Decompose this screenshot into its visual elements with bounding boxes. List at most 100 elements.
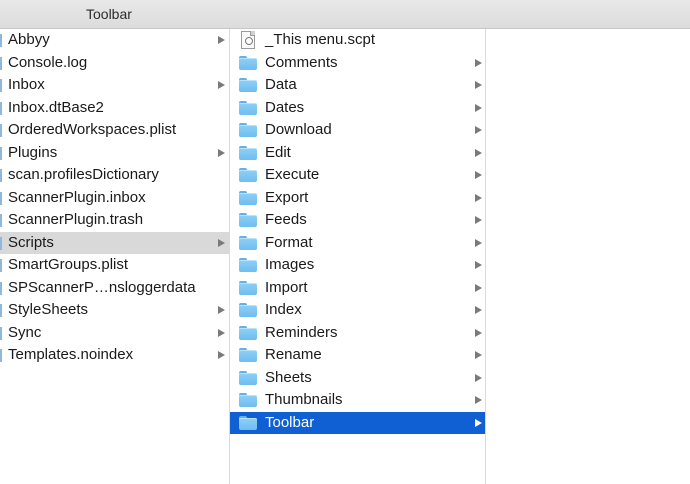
column-edge-mark <box>0 34 2 47</box>
column2-item-this-menu-scpt[interactable]: _This menu.scpt <box>230 29 485 52</box>
item-label: Inbox.dtBase2 <box>8 98 104 116</box>
column1-item-scan-profilesdictionary[interactable]: scan.profilesDictionary <box>0 164 229 187</box>
folder-icon <box>239 393 257 407</box>
column-edge-mark <box>0 304 2 317</box>
disclosure-arrow-icon <box>475 58 482 67</box>
item-label: Import <box>265 278 308 296</box>
folder-icon <box>239 100 257 115</box>
column2-item-reminders[interactable]: Reminders <box>230 322 485 345</box>
item-label: Feeds <box>265 211 307 228</box>
disclosure-arrow-icon <box>218 351 225 359</box>
script-file-icon <box>241 31 255 49</box>
item-label: Images <box>265 256 315 273</box>
column2-item-rename[interactable]: Rename <box>230 344 485 367</box>
item-label: scan.profilesDictionary <box>8 166 159 183</box>
column2-item-thumbnails[interactable]: Thumbnails <box>230 389 485 412</box>
item-label: Reminders <box>265 323 338 341</box>
item-label: ScannerPlugin.trash <box>8 211 144 228</box>
column1-item-scannerplugin-inbox[interactable]: ScannerPlugin.inbox <box>0 187 229 210</box>
disclosure-arrow-icon <box>475 396 482 404</box>
disclosure-arrow-icon <box>475 171 482 179</box>
disclosure-arrow-icon <box>475 148 482 157</box>
column2-item-dates[interactable]: Dates <box>230 97 485 120</box>
column2-item-download[interactable]: Download <box>230 119 485 142</box>
item-label: Execute <box>265 166 320 183</box>
disclosure-arrow-icon <box>475 216 482 224</box>
folder-icon <box>239 78 257 92</box>
column2-item-images[interactable]: Images <box>230 254 485 277</box>
item-label: Export <box>265 188 309 206</box>
column2-item-toolbar[interactable]: Toolbar <box>230 411 485 434</box>
folder-icon <box>239 235 257 250</box>
item-label: _This menu.scpt <box>265 31 376 48</box>
window-titlebar: Toolbar <box>0 0 690 29</box>
column2-item-export[interactable]: Export <box>230 187 485 210</box>
item-label: ScannerPlugin.inbox <box>8 188 146 206</box>
column1-item-console-log[interactable]: Console.log <box>0 52 229 75</box>
column2-item-feeds[interactable]: Feeds <box>230 209 485 232</box>
folder-icon <box>239 213 257 227</box>
column1-item-spscannerp-nsloggerdata[interactable]: SPScannerP…nsloggerdata <box>0 277 229 300</box>
column2-item-sheets[interactable]: Sheets <box>230 367 485 390</box>
disclosure-arrow-icon <box>475 373 482 382</box>
column1-item-inbox[interactable]: Inbox <box>0 74 229 97</box>
item-label: Format <box>265 233 313 251</box>
column-edge-mark <box>0 101 2 115</box>
disclosure-arrow-icon <box>475 126 482 134</box>
column1-item-plugins[interactable]: Plugins <box>0 142 229 165</box>
item-label: Comments <box>265 53 338 71</box>
disclosure-arrow-icon <box>475 193 482 202</box>
column1-item-smartgroups-plist[interactable]: SmartGroups.plist <box>0 254 229 277</box>
folder-icon <box>239 168 257 182</box>
column-edge-mark <box>0 124 2 137</box>
item-label: Inbox <box>8 76 45 93</box>
column1-item-scannerplugin-trash[interactable]: ScannerPlugin.trash <box>0 209 229 232</box>
item-label: Abbyy <box>8 31 50 48</box>
column2-item-format[interactable]: Format <box>230 232 485 255</box>
column2-item-edit[interactable]: Edit <box>230 142 485 165</box>
column-edge-mark <box>0 169 2 182</box>
folder-icon <box>239 55 257 70</box>
folder-icon <box>239 190 257 205</box>
folder-icon <box>239 258 257 272</box>
disclosure-arrow-icon <box>475 418 482 427</box>
item-label: Download <box>265 121 332 138</box>
column1-item-inbox-dtbase2[interactable]: Inbox.dtBase2 <box>0 97 229 120</box>
column-3 <box>486 29 690 484</box>
column2-item-execute[interactable]: Execute <box>230 164 485 187</box>
disclosure-arrow-icon <box>218 36 225 44</box>
column1-item-stylesheets[interactable]: StyleSheets <box>0 299 229 322</box>
column-edge-mark <box>0 191 2 205</box>
column-edge-mark <box>0 146 2 160</box>
column2-item-index[interactable]: Index <box>230 299 485 322</box>
column1-item-abbyy[interactable]: Abbyy <box>0 29 229 52</box>
disclosure-arrow-icon <box>218 306 225 314</box>
column2-item-comments[interactable]: Comments <box>230 52 485 75</box>
disclosure-arrow-icon <box>475 103 482 112</box>
column-edge-mark <box>0 259 2 272</box>
disclosure-arrow-icon <box>475 306 482 314</box>
item-label: Data <box>265 76 297 93</box>
folder-icon <box>239 303 257 317</box>
column2-item-import[interactable]: Import <box>230 277 485 300</box>
disclosure-arrow-icon <box>475 81 482 89</box>
item-label: StyleSheets <box>8 301 89 318</box>
column-edge-mark <box>0 56 2 70</box>
disclosure-arrow-icon <box>475 238 482 247</box>
column1-item-templates-noindex[interactable]: Templates.noindex <box>0 344 229 367</box>
column1-item-orderedworkspaces-plist[interactable]: OrderedWorkspaces.plist <box>0 119 229 142</box>
window-title: Toolbar <box>86 6 132 22</box>
disclosure-arrow-icon <box>475 261 482 269</box>
column1-item-scripts[interactable]: Scripts <box>0 231 229 254</box>
folder-icon <box>239 145 257 160</box>
disclosure-arrow-icon <box>218 328 225 337</box>
column-2[interactable]: _This menu.scpt Comments Data Dates Download… <box>230 29 485 484</box>
item-label: Sheets <box>265 368 312 386</box>
item-label: Edit <box>265 143 291 161</box>
column2-item-data[interactable]: Data <box>230 74 485 97</box>
item-label: Rename <box>265 346 322 363</box>
column-edge-mark <box>0 281 2 295</box>
column-1[interactable]: Abbyy Console.log Inbox Inbox.dtBase2 Ordere… <box>0 29 229 484</box>
item-label: Toolbar <box>265 413 315 431</box>
column1-item-sync[interactable]: Sync <box>0 322 229 345</box>
